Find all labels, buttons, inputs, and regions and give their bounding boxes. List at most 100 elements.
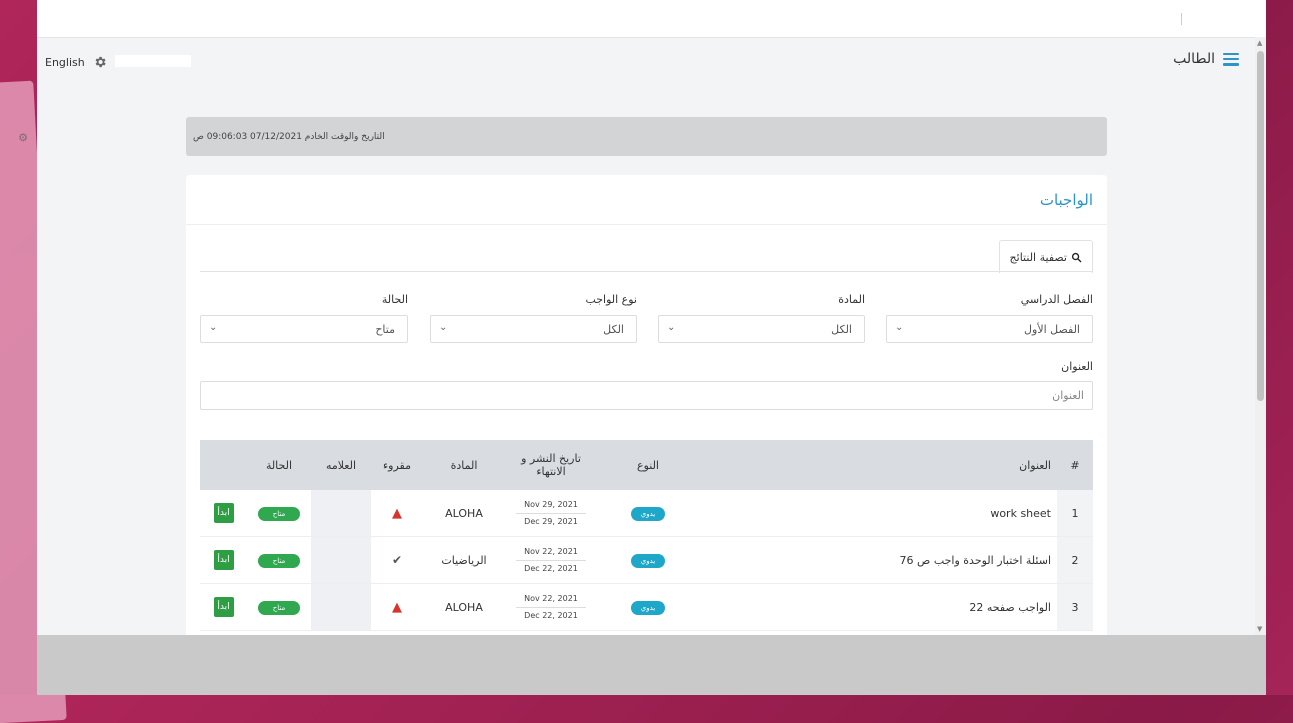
scroll-up-icon[interactable]: ▲ bbox=[1257, 39, 1262, 47]
semester-select[interactable]: الفصل الأول ⌄ bbox=[886, 315, 1093, 343]
start-button[interactable]: ابدأ bbox=[213, 550, 234, 570]
publish-date: Nov 29, 2021 bbox=[524, 499, 578, 509]
assignment-type-value: الكل bbox=[603, 323, 624, 336]
row-action: ابدأ bbox=[200, 490, 247, 537]
row-number: 3 bbox=[1057, 583, 1093, 631]
row-mark bbox=[311, 536, 371, 584]
bottom-overlay bbox=[37, 635, 1266, 695]
end-date: Dec 22, 2021 bbox=[524, 610, 578, 620]
top-bar bbox=[37, 0, 1266, 38]
header-dates[interactable]: تاريخ النشر و الانتهاء bbox=[505, 440, 597, 490]
chevron-down-icon: ⌄ bbox=[895, 322, 904, 333]
gear-icon[interactable] bbox=[93, 55, 107, 69]
language-switcher[interactable]: English bbox=[45, 55, 107, 69]
filter-divider bbox=[200, 271, 1093, 272]
table-row: 3 الواجب صفحه 22 يدوي Nov 22, 2021 Dec 22… bbox=[200, 583, 1093, 631]
warning-icon: ▲ bbox=[392, 599, 402, 615]
start-button[interactable]: ابدأ bbox=[213, 503, 234, 523]
chevron-down-icon: ⌄ bbox=[667, 322, 676, 333]
row-dates: Nov 22, 2021 Dec 22, 2021 bbox=[505, 536, 597, 584]
header-action bbox=[200, 440, 247, 490]
header-read[interactable]: مقروء bbox=[371, 440, 423, 490]
chevron-down-icon: ⌄ bbox=[439, 322, 448, 333]
header-status[interactable]: الحالة bbox=[247, 440, 311, 490]
topbar-divider bbox=[1181, 13, 1182, 25]
row-mark bbox=[311, 490, 371, 537]
start-button[interactable]: ابدأ bbox=[213, 597, 234, 617]
status-label: الحالة bbox=[381, 293, 408, 306]
row-title: work sheet bbox=[699, 490, 1057, 537]
check-icon: ✔ bbox=[391, 553, 403, 567]
header-mark[interactable]: العلامه bbox=[311, 440, 371, 490]
row-read: ▲ bbox=[371, 583, 423, 631]
language-blank-field bbox=[115, 55, 191, 67]
row-subject: الرياضيات bbox=[423, 536, 505, 584]
publish-date: Nov 22, 2021 bbox=[524, 593, 578, 603]
background-gear-icon: ⚙ bbox=[17, 130, 29, 145]
end-date: Dec 29, 2021 bbox=[524, 516, 578, 526]
table-row: 2 اسئلة اختبار الوحدة واجب ص 76 يدوي Nov… bbox=[200, 536, 1093, 584]
header-type[interactable]: النوع bbox=[597, 440, 699, 490]
row-number: 1 bbox=[1057, 490, 1093, 537]
page-title: الواجبات bbox=[1039, 191, 1093, 209]
server-datetime-text: التاريخ والوقت الخادم 07/12/2021 09:06:0… bbox=[193, 131, 385, 142]
header-title[interactable]: العنوان bbox=[699, 440, 1057, 490]
chevron-down-icon: ⌄ bbox=[209, 322, 218, 333]
row-action: ابدأ bbox=[200, 536, 247, 584]
status-badge: متاح bbox=[258, 553, 300, 568]
row-action: ابدأ bbox=[200, 583, 247, 631]
row-title: الواجب صفحه 22 bbox=[699, 583, 1057, 631]
type-badge: يدوي bbox=[631, 600, 665, 615]
vertical-scrollbar[interactable]: ▲ ▼ bbox=[1255, 37, 1266, 635]
browser-window: English الطالب ▲ ▼ التاريخ والوقت الخادم… bbox=[37, 0, 1266, 695]
end-date: Dec 22, 2021 bbox=[524, 563, 578, 573]
row-type: يدوي bbox=[597, 536, 699, 584]
assignments-panel: الواجبات تصفية النتائج الفصل الدراسي الم… bbox=[186, 175, 1107, 655]
row-read: ✔ bbox=[371, 536, 423, 584]
row-dates: Nov 29, 2021 Dec 29, 2021 bbox=[505, 490, 597, 537]
type-badge: يدوي bbox=[631, 553, 665, 568]
warning-icon: ▲ bbox=[392, 505, 402, 521]
role-label[interactable]: الطالب bbox=[1173, 51, 1215, 67]
row-type: يدوي bbox=[597, 583, 699, 631]
language-label[interactable]: English bbox=[45, 56, 85, 69]
row-dates: Nov 22, 2021 Dec 22, 2021 bbox=[505, 583, 597, 631]
assignment-type-select[interactable]: الكل ⌄ bbox=[430, 315, 637, 343]
row-status: متاح bbox=[247, 583, 311, 631]
type-badge: يدوي bbox=[631, 506, 665, 521]
title-input[interactable]: العنوان bbox=[200, 381, 1093, 410]
filter-label[interactable]: تصفية النتائج bbox=[1010, 251, 1067, 264]
subject-value: الكل bbox=[831, 323, 852, 336]
user-menu[interactable]: الطالب bbox=[1173, 51, 1239, 67]
row-subject: ALOHA bbox=[423, 490, 505, 537]
panel-header: الواجبات bbox=[186, 175, 1107, 225]
table-row: 1 work sheet يدوي Nov 29, 2021 Dec 29, 20… bbox=[200, 490, 1093, 537]
publish-date: Nov 22, 2021 bbox=[524, 546, 578, 556]
title-filter-label: العنوان bbox=[1061, 360, 1093, 373]
search-icon bbox=[1071, 252, 1082, 262]
row-read: ▲ bbox=[371, 490, 423, 537]
assignments-table: # العنوان النوع تاريخ النشر و الانتهاء ا… bbox=[200, 440, 1093, 631]
menu-icon[interactable] bbox=[1223, 52, 1239, 66]
subject-label: المادة bbox=[838, 293, 865, 306]
row-title: اسئلة اختبار الوحدة واجب ص 76 bbox=[699, 536, 1057, 584]
row-status: متاح bbox=[247, 536, 311, 584]
semester-label: الفصل الدراسي bbox=[1020, 293, 1093, 306]
header-subject[interactable]: المادة bbox=[423, 440, 505, 490]
status-badge: متاح bbox=[258, 506, 300, 521]
header-number: # bbox=[1057, 440, 1093, 490]
scrollbar-thumb[interactable] bbox=[1257, 51, 1264, 401]
status-select[interactable]: متاح ⌄ bbox=[200, 315, 408, 343]
filter-results-button[interactable]: تصفية النتائج bbox=[998, 240, 1093, 273]
row-type: يدوي bbox=[597, 490, 699, 537]
row-status: متاح bbox=[247, 490, 311, 537]
server-datetime-bar: التاريخ والوقت الخادم 07/12/2021 09:06:0… bbox=[186, 117, 1107, 156]
row-subject: ALOHA bbox=[423, 583, 505, 631]
row-number: 2 bbox=[1057, 536, 1093, 584]
scroll-down-icon[interactable]: ▼ bbox=[1257, 625, 1262, 633]
assignment-type-label: نوع الواجب bbox=[585, 293, 637, 306]
status-value: متاح bbox=[375, 323, 395, 336]
title-input-placeholder: العنوان bbox=[1052, 389, 1084, 402]
subject-select[interactable]: الكل ⌄ bbox=[658, 315, 865, 343]
navigation-row: English الطالب bbox=[37, 37, 1266, 85]
